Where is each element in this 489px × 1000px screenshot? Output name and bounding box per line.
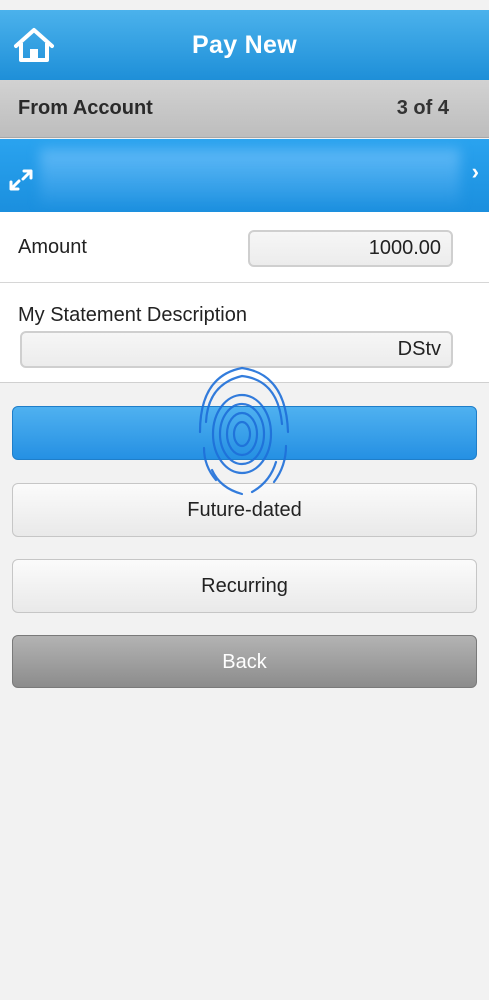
from-account-label: From Account <box>18 97 153 119</box>
recurring-button[interactable]: Recurring <box>12 559 477 613</box>
chevron-right-icon[interactable]: › <box>472 159 479 185</box>
back-button[interactable]: Back <box>12 635 477 688</box>
account-counter: 3 of 4 <box>396 97 449 119</box>
amount-input[interactable]: 1000.00 <box>248 230 453 267</box>
page-title: Pay New <box>192 30 297 59</box>
amount-label: Amount <box>18 236 87 258</box>
header-bar: Pay New <box>0 10 489 80</box>
swap-arrows-icon <box>9 169 33 191</box>
statement-label: My Statement Description <box>18 304 247 326</box>
amount-row: Amount 1000.00 <box>0 212 489 283</box>
fingerprint-icon <box>198 366 290 496</box>
account-selector[interactable]: › <box>0 139 489 212</box>
account-details-blurred <box>40 149 460 205</box>
from-account-bar: From Account 3 of 4 <box>0 80 489 138</box>
payment-form: Amount 1000.00 My Statement Description … <box>0 212 489 383</box>
home-icon[interactable] <box>12 26 56 64</box>
